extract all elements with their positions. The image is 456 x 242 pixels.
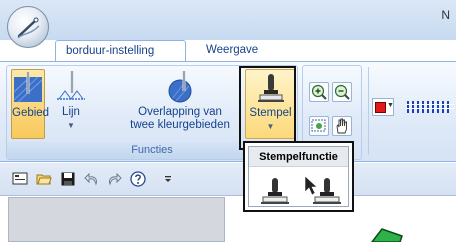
help-icon[interactable] [130,171,146,187]
line-needle-icon [55,71,87,103]
zoom-out-icon[interactable] [332,82,352,102]
color-dropdown-icon: ▼ [387,102,394,109]
tab-borduur-instelling[interactable]: borduur-instelling [55,40,186,62]
save-icon[interactable] [60,171,76,187]
customize-icon[interactable] [163,171,173,187]
quick-access-toolbar [0,163,456,196]
select-area-icon[interactable] [309,116,329,136]
gebied-button[interactable]: Gebied [11,69,50,139]
overlap-needle-icon [164,71,196,103]
open-folder-icon[interactable] [36,171,52,187]
area-needle-icon [12,72,44,104]
stitch-pattern-icon[interactable] [406,100,454,114]
lijn-button[interactable]: Lijn ▼ [51,69,91,139]
stamp-select-icon [304,175,341,204]
stempel-highlight-frame [239,66,296,150]
popup-title: Stempelfunctie [249,147,348,167]
title-bar: N [0,0,456,48]
color-picker-button[interactable]: ▼ [372,98,394,116]
lijn-label: Lijn [62,106,80,118]
overlapping-label-line2: twee kleurgebieden [130,119,230,131]
design-object-icon [371,228,403,242]
redo-icon[interactable] [106,171,122,187]
left-pane [8,197,225,242]
stempelfunctie-popup: Stempelfunctie [243,141,354,212]
gebied-label: Gebied [12,107,50,119]
overlapping-label-line1: Overlapping van [138,106,222,118]
needle-logo-icon [17,17,40,39]
screen-icon[interactable] [12,171,28,187]
tab-weergave[interactable]: Weergave [196,40,268,62]
ribbon-panel: Gebied Lijn ▼ Overlapping van twee kleur… [0,61,456,162]
overlapping-button[interactable]: Overlapping van twee kleurgebieden [121,69,239,139]
pan-hand-icon[interactable] [332,116,352,136]
application-button[interactable] [7,6,49,48]
undo-icon[interactable] [84,171,100,187]
stempelfunctie-panel: Stempelfunctie [248,146,349,207]
color-swatch [375,102,386,113]
window-title: N [441,8,450,22]
stamp-tool-button[interactable] [257,172,293,208]
ribbon-separator [368,67,369,155]
stamp-icon [261,178,289,204]
lijn-dropdown-arrow-icon: ▼ [67,121,75,130]
stamp-select-button[interactable] [303,172,341,208]
color-tools-group: ▼ [372,65,456,160]
zoom-in-icon[interactable] [309,82,329,102]
